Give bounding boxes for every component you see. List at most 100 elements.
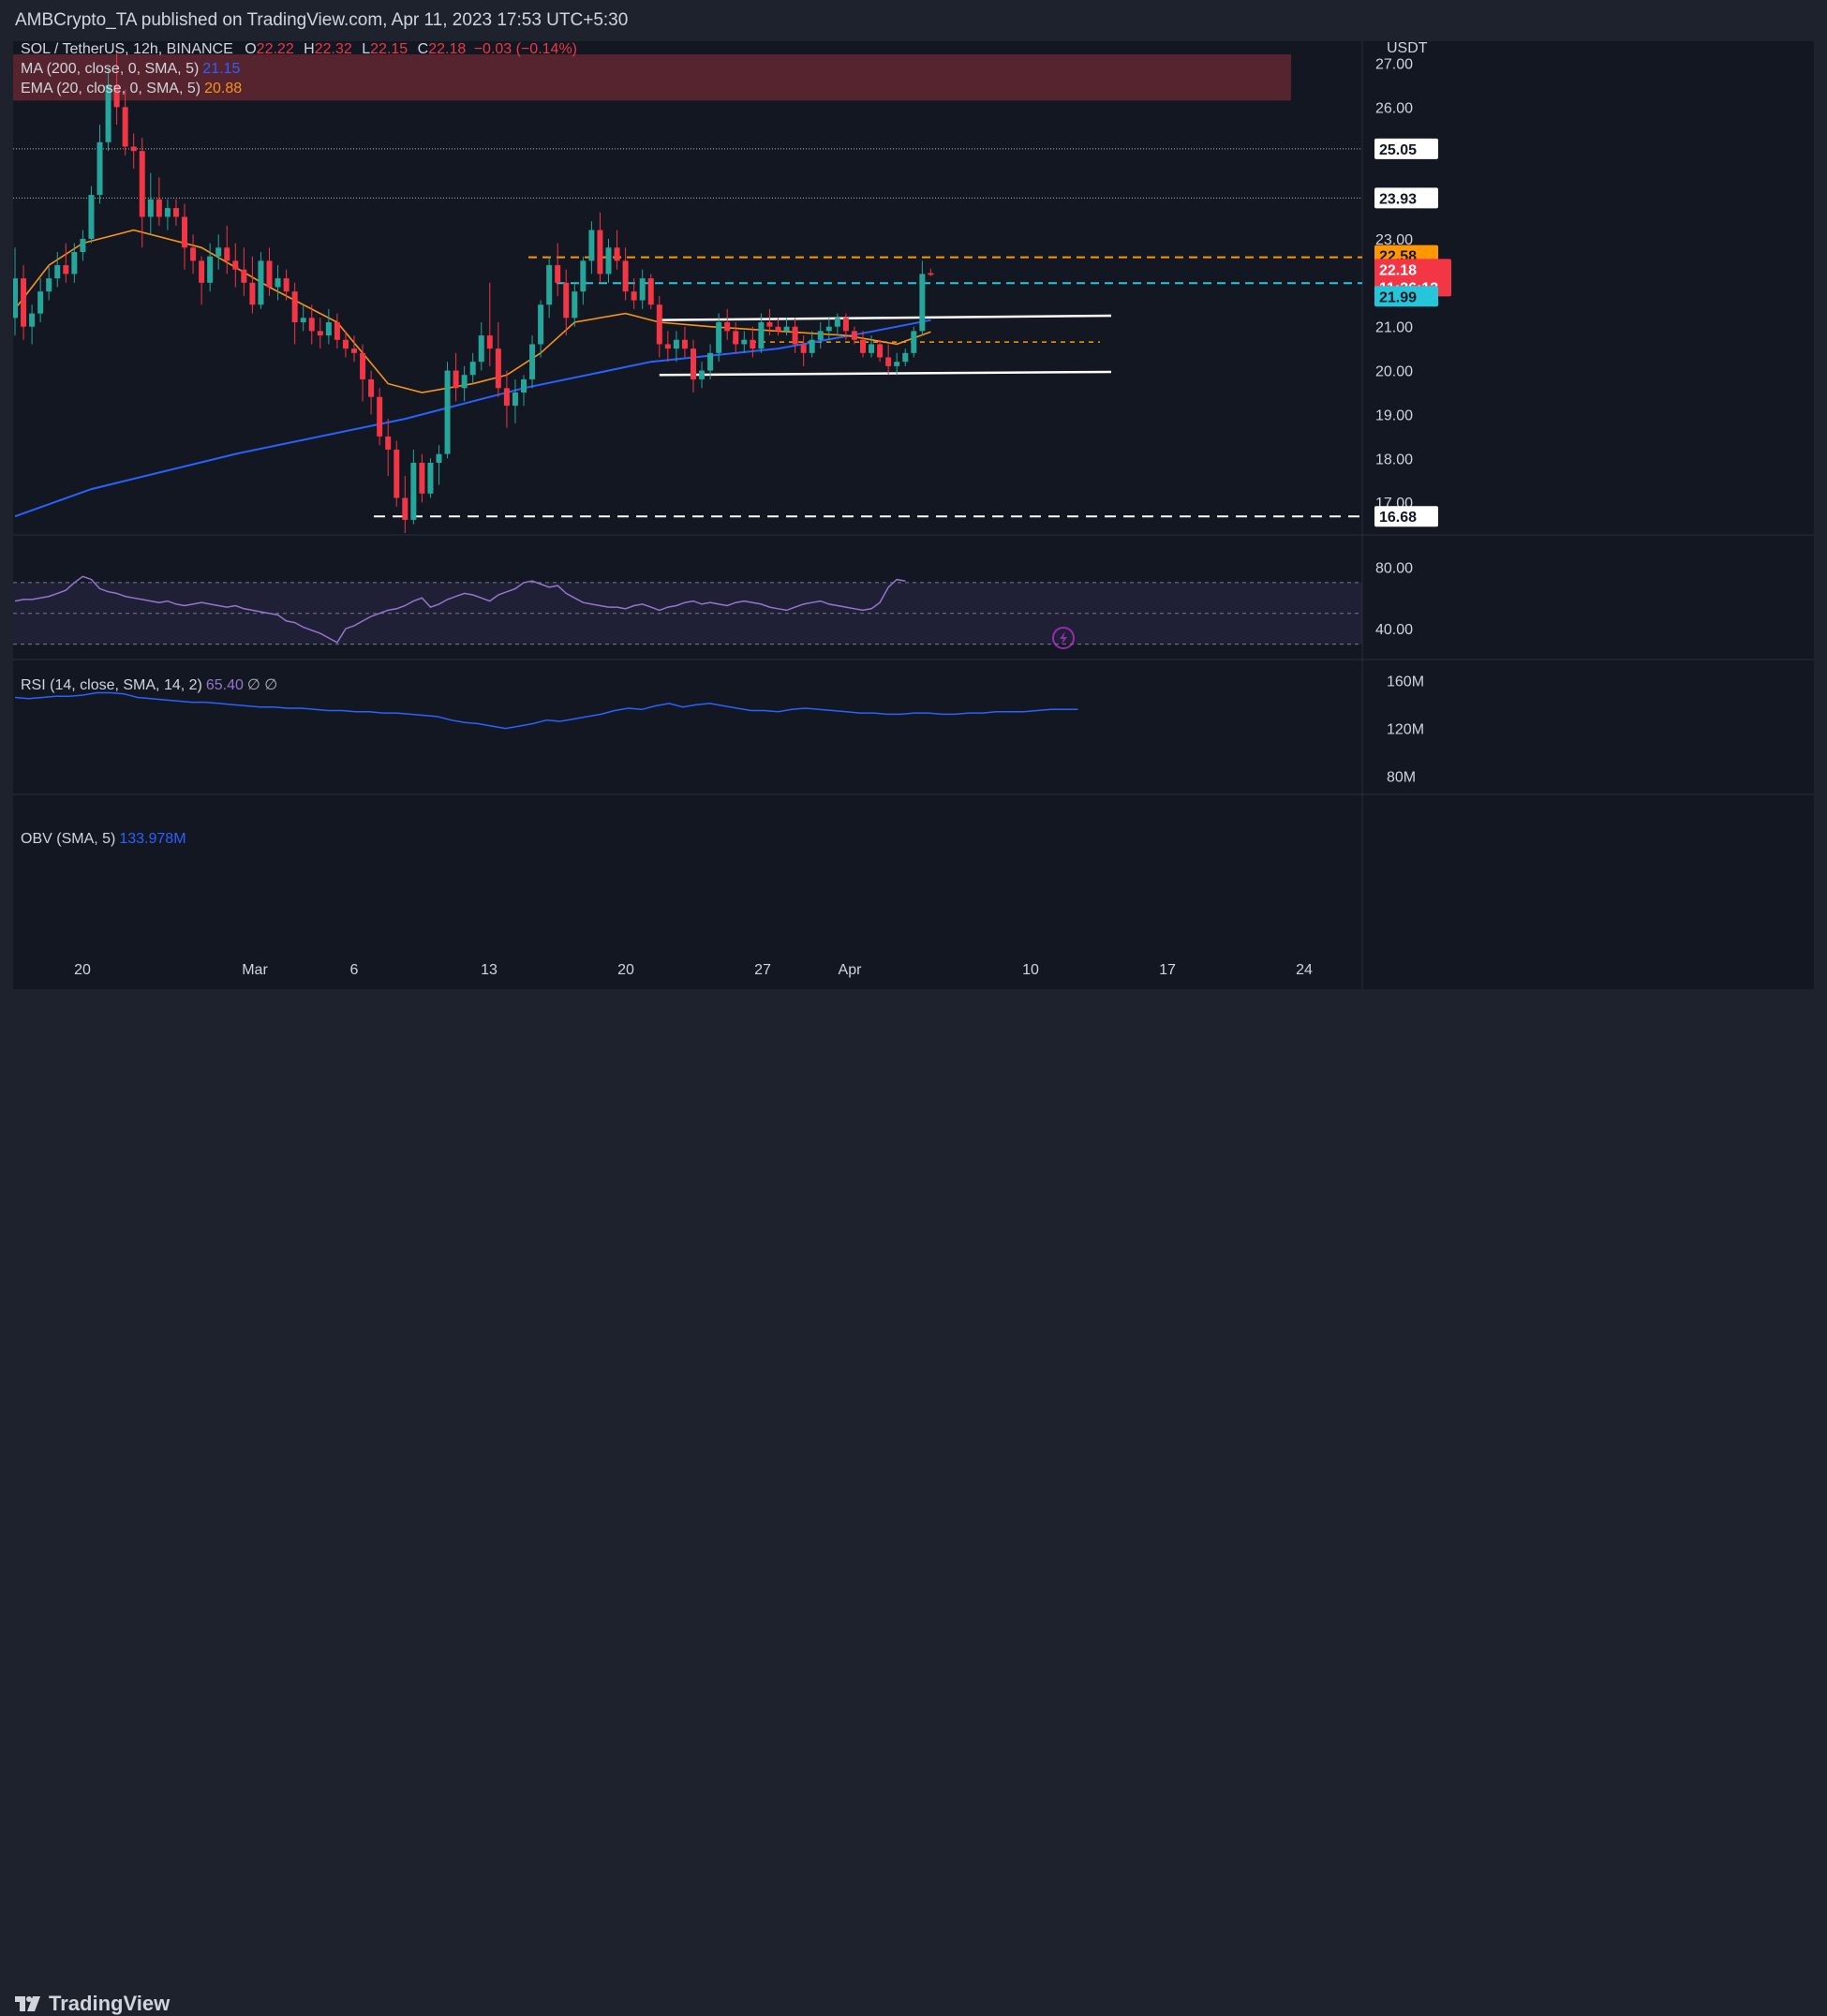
price-tag-value: 21.99 — [1379, 289, 1417, 305]
candle-body — [800, 344, 807, 353]
candle — [249, 256, 256, 314]
candle — [546, 256, 553, 319]
candle-body — [325, 322, 332, 336]
price-tag-value: 22.18 — [1379, 262, 1417, 278]
candle-body — [673, 339, 679, 349]
candle — [869, 335, 875, 358]
candle — [563, 269, 570, 336]
obv-tick-label: 160M — [1387, 674, 1424, 690]
candle-body — [741, 339, 748, 345]
symbol-name: SOL / TetherUS, 12h, BINANCE — [21, 41, 233, 57]
candle-body — [860, 339, 866, 353]
price-tick-label: 19.00 — [1375, 408, 1413, 423]
candle — [512, 378, 518, 423]
candle-body — [724, 322, 731, 332]
price-tag: 23.93 — [1374, 187, 1438, 209]
candle — [800, 335, 807, 366]
candle-body — [664, 344, 671, 349]
publish-bar: AMBCrypto_TA published on TradingView.co… — [0, 0, 1827, 41]
ma-legend[interactable]: MA (200, close, 0, SMA, 5) 21.15 — [21, 61, 240, 78]
candle — [614, 230, 620, 270]
candle — [130, 133, 137, 169]
candle-body — [21, 278, 27, 327]
candle-body — [614, 247, 620, 261]
obv-value: 133.978M — [119, 831, 186, 847]
price-tick-label: 26.00 — [1375, 100, 1413, 116]
candle-body — [733, 331, 739, 345]
rsi-extra: ∅ ∅ — [246, 677, 278, 693]
candle-body — [597, 230, 603, 274]
candle-body — [911, 331, 917, 353]
candle-body — [825, 326, 832, 332]
candle — [775, 318, 781, 336]
candle — [215, 234, 222, 270]
candle — [741, 331, 748, 353]
candle — [521, 375, 527, 407]
candle-body — [469, 362, 476, 376]
rsi-legend[interactable]: RSI (14, close, SMA, 14, 2) 65.40 ∅ ∅ — [21, 675, 277, 694]
candle — [486, 282, 493, 366]
candle-body — [453, 370, 459, 389]
ema-legend[interactable]: EMA (20, close, 0, SMA, 5) 20.88 — [21, 81, 242, 97]
candle-body — [656, 304, 662, 345]
candle — [639, 269, 646, 309]
time-tick-label: Mar — [242, 962, 268, 978]
candle — [182, 203, 187, 270]
time-tick-label: 20 — [617, 962, 634, 978]
candle — [622, 247, 629, 301]
candle-body — [182, 216, 187, 248]
candle-body — [122, 107, 128, 147]
tradingview-logo[interactable]: TradingView — [15, 1992, 170, 2016]
candle — [63, 243, 69, 283]
candle — [673, 331, 679, 363]
obv-label: OBV (SMA, 5) — [21, 831, 116, 847]
price-tick-label: 21.00 — [1375, 320, 1413, 336]
chart-svg[interactable]: 27.0026.0023.0021.0020.0019.0018.0017.00… — [13, 41, 1814, 989]
candle-body — [419, 463, 425, 494]
candle — [555, 243, 561, 296]
time-tick-label: 24 — [1296, 962, 1313, 978]
chart-area[interactable]: 27.00 26.00 23.00 21.00 20.00 19.00 18.00 17.00… — [13, 41, 1814, 989]
candle — [291, 282, 298, 345]
candle — [190, 234, 197, 274]
candle — [419, 453, 425, 503]
time-tick-label: 27 — [754, 962, 771, 978]
candle-body — [834, 318, 840, 327]
ohlc-open-label: O — [245, 41, 257, 57]
candle-body — [351, 348, 357, 353]
candle — [317, 318, 323, 349]
candle-body — [207, 256, 214, 283]
candle — [232, 243, 239, 288]
obv-legend[interactable]: OBV (SMA, 5) 133.978M — [21, 831, 186, 848]
candle — [461, 365, 468, 402]
candle — [334, 313, 340, 349]
obv-tick-label: 80M — [1387, 770, 1416, 786]
time-tick-label: 13 — [481, 962, 498, 978]
candle-body — [368, 378, 375, 397]
ohlc-high-label: H — [304, 41, 315, 57]
candle-body — [224, 247, 230, 261]
brand-name: TradingView — [49, 1992, 171, 2015]
candle-body — [232, 260, 239, 270]
candle — [825, 318, 832, 340]
price-tag: 16.68 — [1374, 506, 1438, 527]
currency-label: USDT — [1387, 41, 1428, 56]
candle-body — [699, 370, 706, 379]
candle-body — [707, 352, 714, 371]
candle — [88, 185, 95, 244]
candle — [80, 230, 86, 261]
candle-body — [716, 322, 722, 353]
candle-body — [647, 278, 654, 305]
ma-value: 21.15 — [202, 61, 241, 77]
time-tick-label: Apr — [839, 962, 863, 978]
candle — [902, 348, 909, 366]
ohlc-open: 22.22 — [256, 41, 294, 57]
candle-body — [495, 348, 501, 389]
candle — [444, 362, 451, 459]
candle-body — [156, 199, 162, 217]
rsi-label: RSI (14, close, SMA, 14, 2) — [21, 677, 202, 693]
candle-body — [869, 344, 875, 353]
candle-body — [877, 344, 884, 358]
candle-body — [631, 291, 637, 301]
candle-body — [360, 352, 366, 379]
